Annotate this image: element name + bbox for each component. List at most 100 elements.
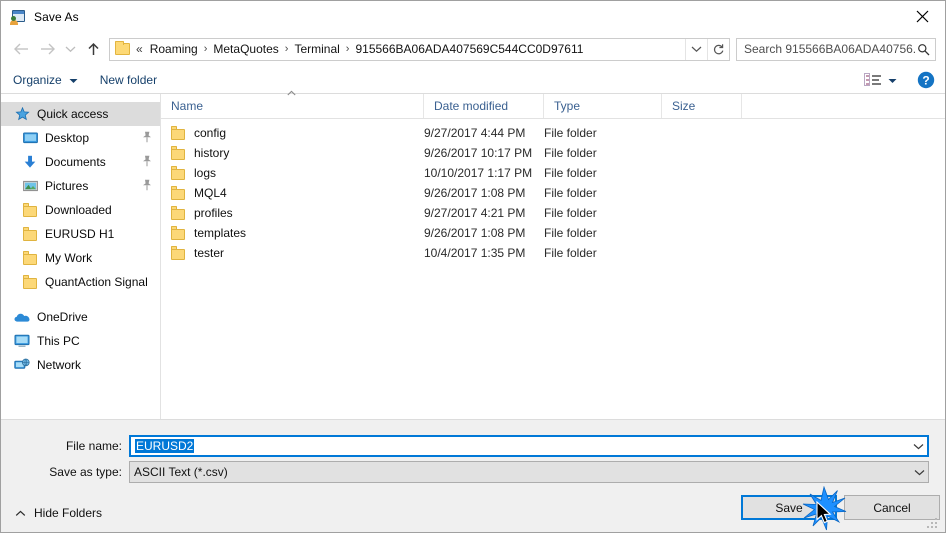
sidebar-item-label: OneDrive — [37, 310, 88, 324]
breadcrumb-separator: › — [203, 43, 208, 55]
file-type: File folder — [544, 226, 597, 240]
this-pc-icon — [11, 334, 33, 348]
savetype-combobox[interactable]: ASCII Text (*.csv) — [129, 461, 929, 483]
folder-icon — [19, 274, 41, 289]
file-name: templates — [194, 226, 247, 240]
app-icon — [10, 9, 26, 25]
address-dropdown-button[interactable] — [685, 38, 707, 60]
column-header-size[interactable]: Size — [662, 94, 742, 118]
pin-icon[interactable] — [142, 179, 152, 194]
chevron-down-icon — [914, 469, 925, 475]
chevron-down-icon — [913, 443, 924, 449]
table-row[interactable]: profiles 9/27/2017 4:21 PM File folder — [161, 203, 945, 223]
help-button[interactable]: ? — [917, 71, 935, 89]
table-row[interactable]: config 9/27/2017 4:44 PM File folder — [161, 123, 945, 143]
refresh-button[interactable] — [707, 38, 729, 60]
file-name: logs — [194, 166, 217, 180]
network-icon — [11, 358, 33, 372]
sidebar-item-network[interactable]: Network — [1, 353, 160, 377]
breadcrumb-item-roaming[interactable]: Roaming — [146, 42, 202, 56]
file-name: config — [194, 126, 227, 140]
sidebar-item-documents[interactable]: Documents — [1, 150, 160, 174]
sidebar-item-onedrive[interactable]: OneDrive — [1, 305, 160, 329]
sidebar-item-my-work[interactable]: My Work — [1, 246, 160, 270]
sidebar-item-quantaction-signal[interactable]: QuantAction Signal — [1, 270, 160, 294]
file-type: File folder — [544, 146, 597, 160]
up-button[interactable] — [80, 36, 106, 62]
pictures-icon — [19, 180, 41, 193]
file-name-cell: config — [161, 126, 424, 140]
chevron-down-icon — [691, 46, 702, 53]
save-label: Save — [775, 500, 803, 515]
column-header-name[interactable]: Name — [161, 90, 424, 118]
breadcrumb-overflow[interactable]: « — [135, 42, 146, 56]
save-button[interactable]: Save — [741, 495, 837, 520]
dialog-footer: File name: EURUSD2 Save as type: ASCII T… — [1, 419, 945, 532]
organize-button[interactable]: Organize — [13, 73, 78, 87]
breadcrumb-separator: › — [284, 43, 289, 55]
file-name-cell: history — [161, 146, 424, 160]
sidebar-item-label: Quick access — [37, 107, 109, 121]
file-date: 9/26/2017 10:17 PM — [424, 146, 533, 160]
breadcrumb-item-metaquotes[interactable]: MetaQuotes — [209, 42, 282, 56]
hide-folders-button[interactable]: Hide Folders — [15, 506, 102, 520]
sidebar-item-desktop[interactable]: Desktop — [1, 126, 160, 150]
file-name-cell: tester — [161, 246, 424, 260]
resize-grip[interactable] — [927, 516, 940, 529]
sidebar-item-quick-access[interactable]: Quick access — [1, 102, 160, 126]
savetype-dropdown-button[interactable] — [911, 462, 928, 482]
sidebar-item-pictures[interactable]: Pictures — [1, 174, 160, 198]
sidebar-item-this-pc[interactable]: This PC — [1, 329, 160, 353]
cancel-button[interactable]: Cancel — [844, 495, 940, 520]
sidebar-item-label: Network — [37, 358, 82, 372]
back-arrow-icon — [13, 43, 28, 55]
filename-dropdown-button[interactable] — [910, 437, 927, 455]
address-bar[interactable]: « Roaming › MetaQuotes › Terminal › 9155… — [109, 37, 730, 61]
breadcrumb-separator: › — [345, 43, 350, 55]
recent-locations-button[interactable] — [60, 36, 80, 62]
file-type: File folder — [544, 186, 597, 200]
file-type: File folder — [544, 246, 597, 260]
filename-input[interactable]: EURUSD2 — [131, 439, 910, 453]
folder-icon — [19, 250, 41, 265]
change-view-button[interactable] — [864, 71, 897, 89]
breadcrumb-item-instance[interactable]: 915566BA06ADA407569C544CC0D97611 — [351, 42, 587, 56]
search-input[interactable]: Search 915566BA06ADA40756... — [744, 42, 915, 56]
pin-icon[interactable] — [142, 131, 152, 146]
back-button[interactable] — [8, 36, 34, 62]
table-row[interactable]: templates 9/26/2017 1:08 PM File folder — [161, 223, 945, 243]
column-label: Name — [171, 99, 204, 113]
search-box[interactable]: Search 915566BA06ADA40756... — [736, 37, 936, 61]
sidebar-item-label: My Work — [45, 251, 93, 265]
table-row[interactable]: MQL4 9/26/2017 1:08 PM File folder — [161, 183, 945, 203]
table-row[interactable]: logs 10/10/2017 1:17 PM File folder — [161, 163, 945, 183]
sidebar-item-eurusd-h1[interactable]: EURUSD H1 — [1, 222, 160, 246]
filename-value: EURUSD2 — [135, 439, 195, 453]
table-row[interactable]: tester 10/4/2017 1:35 PM File folder — [161, 243, 945, 263]
column-header-type[interactable]: Type — [544, 94, 662, 118]
address-folder-icon — [115, 41, 131, 56]
forward-button[interactable] — [34, 36, 60, 62]
table-row[interactable]: history 9/26/2017 10:17 PM File folder — [161, 143, 945, 163]
cancel-label: Cancel — [873, 500, 911, 515]
new-folder-button[interactable]: New folder — [100, 73, 157, 87]
onedrive-cloud-icon — [11, 312, 33, 323]
organize-label: Organize — [13, 72, 62, 87]
file-name-cell: logs — [161, 166, 424, 180]
column-header-date-modified[interactable]: Date modified — [424, 94, 544, 118]
sort-ascending-icon — [284, 90, 298, 100]
column-label: Size — [672, 99, 696, 113]
close-button[interactable] — [899, 1, 945, 31]
pin-icon[interactable] — [142, 155, 152, 170]
sidebar-item-downloaded[interactable]: Downloaded — [1, 198, 160, 222]
navigation-pane: Quick access Desktop Documents Pictures … — [1, 94, 161, 419]
file-name-cell: MQL4 — [161, 186, 424, 200]
dialog-body: Quick access Desktop Documents Pictures … — [1, 90, 945, 419]
filename-combobox[interactable]: EURUSD2 — [129, 435, 929, 457]
window-title: Save As — [34, 9, 79, 24]
up-arrow-icon — [87, 42, 99, 55]
file-date: 9/26/2017 1:08 PM — [424, 226, 526, 240]
breadcrumb-item-terminal[interactable]: Terminal — [290, 42, 343, 56]
file-name: tester — [194, 246, 225, 260]
sidebar-item-label: This PC — [37, 334, 80, 348]
